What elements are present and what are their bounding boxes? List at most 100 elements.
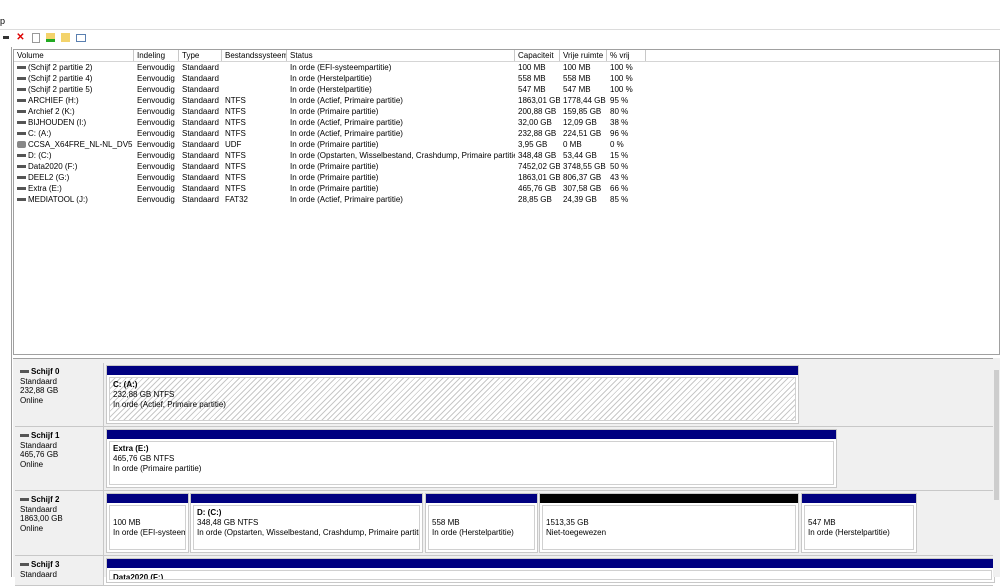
table-row[interactable]: DEEL2 (G:) Eenvoudig Standaard NTFS In orde … — [14, 172, 999, 183]
disk-icon — [20, 370, 29, 374]
partition-title: D: (C:) — [197, 508, 222, 517]
column-header[interactable]: Indeling — [134, 50, 179, 61]
cell-text: In orde (Primaire partitie) — [290, 140, 379, 149]
partition[interactable]: 547 MB In orde (Herstelpartitie) — [801, 493, 917, 553]
cell-text: In orde (Actief, Primaire partitie) — [290, 195, 403, 204]
table-row[interactable]: C: (A:) Eenvoudig Standaard NTFS In orde (Ac… — [14, 128, 999, 139]
cell: 28,85 GB — [515, 194, 560, 205]
column-header[interactable]: Volume — [14, 50, 134, 61]
partition[interactable]: C: (A:) 232,88 GB NTFS In orde (Actief, Pr… — [106, 365, 799, 424]
cell: Eenvoudig — [134, 62, 179, 73]
folder-up-icon[interactable] — [45, 32, 56, 43]
cell-text: Eenvoudig — [137, 63, 175, 72]
table-row[interactable]: BIJHOUDEN (I:) Eenvoudig Standaard NTFS In o… — [14, 117, 999, 128]
cell-text: 3,95 GB — [518, 140, 548, 149]
cell: 85 % — [607, 194, 646, 205]
column-header[interactable]: Status — [287, 50, 515, 61]
cell: In orde (Herstelpartitie) — [287, 73, 515, 84]
column-header[interactable]: % vrij — [607, 50, 646, 61]
cell: In orde (EFI-systeempartitie) — [287, 62, 515, 73]
cell-text: NTFS — [225, 162, 246, 171]
table-row[interactable]: ARCHIEF (H:) Eenvoudig Standaard NTFS In ord… — [14, 95, 999, 106]
cell: CCSA_X64FRE_NL-NL_DV5 (D:) — [14, 139, 134, 150]
cell-text: UDF — [225, 140, 242, 149]
table-row[interactable]: MEDIATOOL (J:) Eenvoudig Standaard FAT32 In … — [14, 194, 999, 205]
console-tree[interactable] — [0, 47, 12, 577]
cell: Standaard — [179, 84, 222, 95]
scrollbar-thumb[interactable] — [994, 370, 999, 500]
table-row[interactable]: Data2020 (F:) Eenvoudig Standaard NTFS In or… — [14, 161, 999, 172]
column-header[interactable]: Vrije ruimte — [560, 50, 607, 61]
view-icon[interactable] — [75, 32, 86, 43]
partition-title — [432, 508, 531, 518]
cell-text: 547 MB — [518, 85, 546, 94]
cell-text: MEDIATOOL (J:) — [28, 195, 88, 204]
cell: Standaard — [179, 194, 222, 205]
cell-text: Eenvoudig — [137, 118, 175, 127]
cell: 7452,02 GB — [515, 161, 560, 172]
cell: BIJHOUDEN (I:) — [14, 117, 134, 128]
disk-graphical-view: Schijf 0 Standaard 232,88 GB Online C: (A:) 2… — [13, 358, 995, 586]
cell: 32,00 GB — [515, 117, 560, 128]
properties-icon[interactable] — [30, 32, 41, 43]
disk-label[interactable]: Schijf 1 Standaard 465,76 GB Online — [15, 427, 104, 490]
column-header[interactable]: Bestandssysteem — [222, 50, 287, 61]
column-header[interactable]: Type — [179, 50, 222, 61]
cell: NTFS — [222, 150, 287, 161]
disk-label[interactable]: Schijf 2 Standaard 1863,00 GB Online — [15, 491, 104, 555]
disk-label[interactable]: Schijf 3 Standaard — [15, 556, 104, 585]
cell: 3748,55 GB — [560, 161, 607, 172]
table-row[interactable]: CCSA_X64FRE_NL-NL_DV5 (D:)Eenvoudig Stand… — [14, 139, 999, 150]
table-row[interactable]: Extra (E:) Eenvoudig Standaard NTFS In orde … — [14, 183, 999, 194]
cell: 307,58 GB — [560, 183, 607, 194]
delete-icon[interactable]: ✕ — [15, 32, 26, 43]
disk-name: Schijf 1 — [31, 431, 60, 440]
partition-size: 100 MB — [113, 518, 141, 527]
table-row[interactable]: (Schijf 2 partitie 2) Eenvoudig Standaard I… — [14, 62, 999, 73]
partition[interactable]: 1513,35 GB Niet-toegewezen — [539, 493, 799, 553]
cell-text: 100 MB — [518, 63, 546, 72]
cell: 558 MB — [515, 73, 560, 84]
disk-icon — [17, 77, 26, 81]
column-header[interactable]: Capaciteit — [515, 50, 560, 61]
table-row[interactable]: D: (C:) Eenvoudig Standaard NTFS In orde (Op… — [14, 150, 999, 161]
cell: Eenvoudig — [134, 150, 179, 161]
cell: In orde (Primaire partitie) — [287, 106, 515, 117]
cell-text: 3748,55 GB — [563, 162, 606, 171]
partition-bar — [107, 494, 188, 503]
cell: 558 MB — [560, 73, 607, 84]
cell — [222, 62, 287, 73]
table-row[interactable]: Archief 2 (K:) Eenvoudig Standaard NTFS In o… — [14, 106, 999, 117]
cell-text: 348,48 GB — [518, 151, 557, 160]
table-row[interactable]: (Schijf 2 partitie 4) Eenvoudig Standaard I… — [14, 73, 999, 84]
partition[interactable]: Extra (E:) 465,76 GB NTFS In orde (Primair… — [106, 429, 837, 488]
cell-text: Standaard — [182, 129, 219, 138]
partition-status: In orde (Actief, Primaire partitie) — [113, 400, 226, 409]
cell-text: Standaard — [182, 74, 219, 83]
cell: In orde (Primaire partitie) — [287, 172, 515, 183]
partition[interactable]: Data2020 (F:) — [106, 558, 995, 583]
cell: Eenvoudig — [134, 84, 179, 95]
disk-icon — [17, 99, 26, 103]
menu-item-help[interactable]: p — [0, 16, 5, 26]
cell-text: 100 % — [610, 63, 633, 72]
disk-icon — [17, 66, 26, 70]
partition[interactable]: 100 MB In orde (EFI-systeemp — [106, 493, 189, 553]
cell: 95 % — [607, 95, 646, 106]
disk-label[interactable]: Schijf 0 Standaard 232,88 GB Online — [15, 363, 104, 426]
partition-size: 547 MB — [808, 518, 836, 527]
cell: Eenvoudig — [134, 172, 179, 183]
cell-text: NTFS — [225, 151, 246, 160]
back-icon[interactable] — [0, 32, 11, 43]
folder-search-icon[interactable] — [60, 32, 71, 43]
cell — [222, 84, 287, 95]
divider — [0, 29, 1000, 30]
cell-text: Eenvoudig — [137, 129, 175, 138]
cell-text: 465,76 GB — [518, 184, 557, 193]
disk-icon — [17, 176, 26, 180]
partition-body: 1513,35 GB Niet-toegewezen — [542, 505, 796, 550]
partition[interactable]: 558 MB In orde (Herstelpartitie) — [425, 493, 538, 553]
partition[interactable]: D: (C:) 348,48 GB NTFS In orde (Opstarten,… — [190, 493, 423, 553]
cell: NTFS — [222, 117, 287, 128]
table-row[interactable]: (Schijf 2 partitie 5) Eenvoudig Standaard I… — [14, 84, 999, 95]
